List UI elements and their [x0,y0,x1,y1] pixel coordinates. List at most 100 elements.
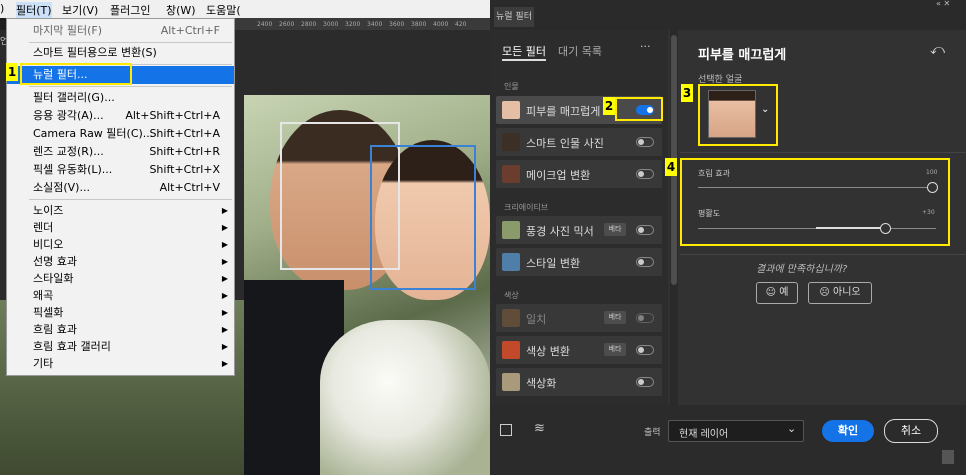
ruler-tick: 3200 [345,21,361,28]
menu-separator [29,42,232,43]
filter-item-colorize[interactable]: 색상화 [496,368,662,396]
divider [680,254,966,255]
chevron-down-icon: ⌄ [787,422,797,435]
step-marker-4: 4 [665,158,677,176]
submenu-arrow-icon: ▶ [221,291,228,300]
filter-item-makeup-transfer[interactable]: 메이크업 변환 [496,160,662,188]
feedback-yes-button[interactable]: ☺ 예 [756,282,798,304]
menu-item-adaptive-wide-angle[interactable]: 응용 광각(A)... Alt+Shift+Ctrl+A [7,107,234,125]
menu-item-shortcut: Alt+Ctrl+F [160,24,220,37]
menu-item-camera-raw[interactable]: Camera Raw 필터(C)... Shift+Ctrl+A [7,125,234,143]
menu-item-label: 스타일화 [33,272,74,285]
divider [680,152,966,153]
neural-filters-tab[interactable]: 뉴럴 필터 [494,7,534,27]
menu-item-filter-gallery[interactable]: 필터 갤러리(G)... [7,89,234,107]
feedback-yes-label: 예 [779,287,789,298]
filter-toggle[interactable] [636,313,654,323]
filter-name: 피부를 매끄럽게 [526,105,601,118]
menu-item-label: 스마트 필터용으로 변환(S) [33,46,157,59]
highlight-box-sliders [680,158,950,246]
menu-partial-item[interactable]: ) [0,2,4,15]
ok-button[interactable]: 확인 [822,420,874,442]
ruler-tick: 3800 [411,21,427,28]
menu-item-video[interactable]: 비디오 ▶ [7,236,234,254]
beta-badge: 베타 [604,311,626,324]
menu-separator [29,199,232,200]
filter-item-color-transfer[interactable]: 색상 변환 베타 [496,336,662,364]
menu-item-label: 기타 [33,357,54,370]
submenu-arrow-icon: ▶ [221,308,228,317]
tab-active-underline [502,59,546,61]
menu-filter[interactable]: 필터(T) [16,2,52,18]
menu-plugins[interactable]: 플러그인 [110,2,150,18]
tab-all-filters[interactable]: 모든 필터 [502,43,546,59]
menu-item-blur-gallery[interactable]: 흐림 효과 갤러리 ▶ [7,338,234,356]
menu-item-convert-smart-filter[interactable]: 스마트 필터용으로 변환(S) [7,44,234,62]
submenu-arrow-icon: ▶ [221,257,228,266]
menu-item-pixelate[interactable]: 픽셀화 ▶ [7,304,234,322]
filter-item-style-transfer[interactable]: 스타일 변환 [496,248,662,276]
submenu-arrow-icon: ▶ [221,274,228,283]
category-creative: 크리에이티브 [504,203,549,212]
filter-name: 색상화 [526,377,557,390]
feedback-no-button[interactable]: ☹ 아니오 [808,282,872,304]
filter-settings-title: 피부를 매끄럽게 [698,48,787,63]
menu-item-label: 왜곡 [33,289,54,302]
menu-help[interactable]: 도움말( [206,2,241,18]
ruler-tick: 2600 [279,21,295,28]
face-detect-box-bride-selected[interactable] [370,145,476,290]
menu-item-distort[interactable]: 왜곡 ▶ [7,287,234,305]
filter-toggle[interactable] [636,257,654,267]
menu-item-noise[interactable]: 노이즈 ▶ [7,202,234,220]
menu-item-shortcut: Shift+Ctrl+X [149,163,220,176]
menu-item-label: 응용 광각(A)... [33,109,104,122]
step-marker-2: 2 [603,97,615,115]
menu-item-label: 렌즈 교정(R)... [33,145,104,158]
layers-icon[interactable]: ≋ [534,421,545,436]
menu-item-label: 노이즈 [33,204,64,217]
feedback-question: 결과에 만족하십니까? [756,264,848,275]
neural-filters-titlebar [490,0,966,30]
filter-item-harmonization[interactable]: 일치 베타 [496,304,662,332]
menu-item-blur[interactable]: 흐림 효과 ▶ [7,321,234,339]
output-select[interactable]: 현재 레이어 ⌄ [668,420,804,442]
bouquet-image [320,320,490,475]
menu-item-render[interactable]: 렌더 ▶ [7,219,234,237]
submenu-arrow-icon: ▶ [221,342,228,351]
filter-item-smart-portrait[interactable]: 스마트 인물 사진 [496,128,662,156]
window-controls[interactable]: « ✕ [936,0,950,8]
filter-toggle[interactable] [636,225,654,235]
menu-item-sharpen[interactable]: 선명 효과 ▶ [7,253,234,271]
resize-handle[interactable] [942,450,954,464]
reset-icon[interactable]: ⤺ [930,42,945,58]
menu-view[interactable]: 보기(V) [62,2,98,18]
more-options-icon[interactable]: ··· [640,40,651,53]
cancel-button[interactable]: 취소 [884,419,938,443]
menu-item-vanishing-point[interactable]: 소실점(V)... Alt+Ctrl+V [7,179,234,197]
filter-toggle[interactable] [636,377,654,387]
submenu-arrow-icon: ▶ [221,206,228,215]
menu-item-other[interactable]: 기타 ▶ [7,355,234,373]
menu-item-label: 흐림 효과 갤러리 [33,340,111,353]
category-portrait: 인물 [504,82,519,91]
submenu-arrow-icon: ▶ [221,223,228,232]
menu-item-stylize[interactable]: 스타일화 ▶ [7,270,234,288]
tab-waitlist[interactable]: 대기 목록 [558,43,602,59]
menu-item-label: Camera Raw 필터(C)... [33,127,154,140]
menu-item-last-filter[interactable]: 마지막 필터(F) Alt+Ctrl+F [7,22,234,40]
filter-thumbnail [502,165,520,183]
output-label: 출력 [644,428,661,438]
menu-window[interactable]: 창(W) [166,2,196,18]
menu-item-lens-correction[interactable]: 렌즈 교정(R)... Shift+Ctrl+R [7,143,234,161]
preview-compare-icon[interactable] [500,424,512,436]
filter-item-landscape-mixer[interactable]: 풍경 사진 믹서 베타 [496,216,662,244]
filter-thumbnail [502,253,520,271]
filter-name: 메이크업 변환 [526,169,591,182]
filter-toggle[interactable] [636,169,654,179]
filter-toggle[interactable] [636,345,654,355]
ruler-tick: 2800 [301,21,317,28]
highlight-box-toggle [615,97,663,121]
filter-toggle[interactable] [636,137,654,147]
menu-item-liquify[interactable]: 픽셀 유동화(L)... Shift+Ctrl+X [7,161,234,179]
filter-thumbnail [502,373,520,391]
